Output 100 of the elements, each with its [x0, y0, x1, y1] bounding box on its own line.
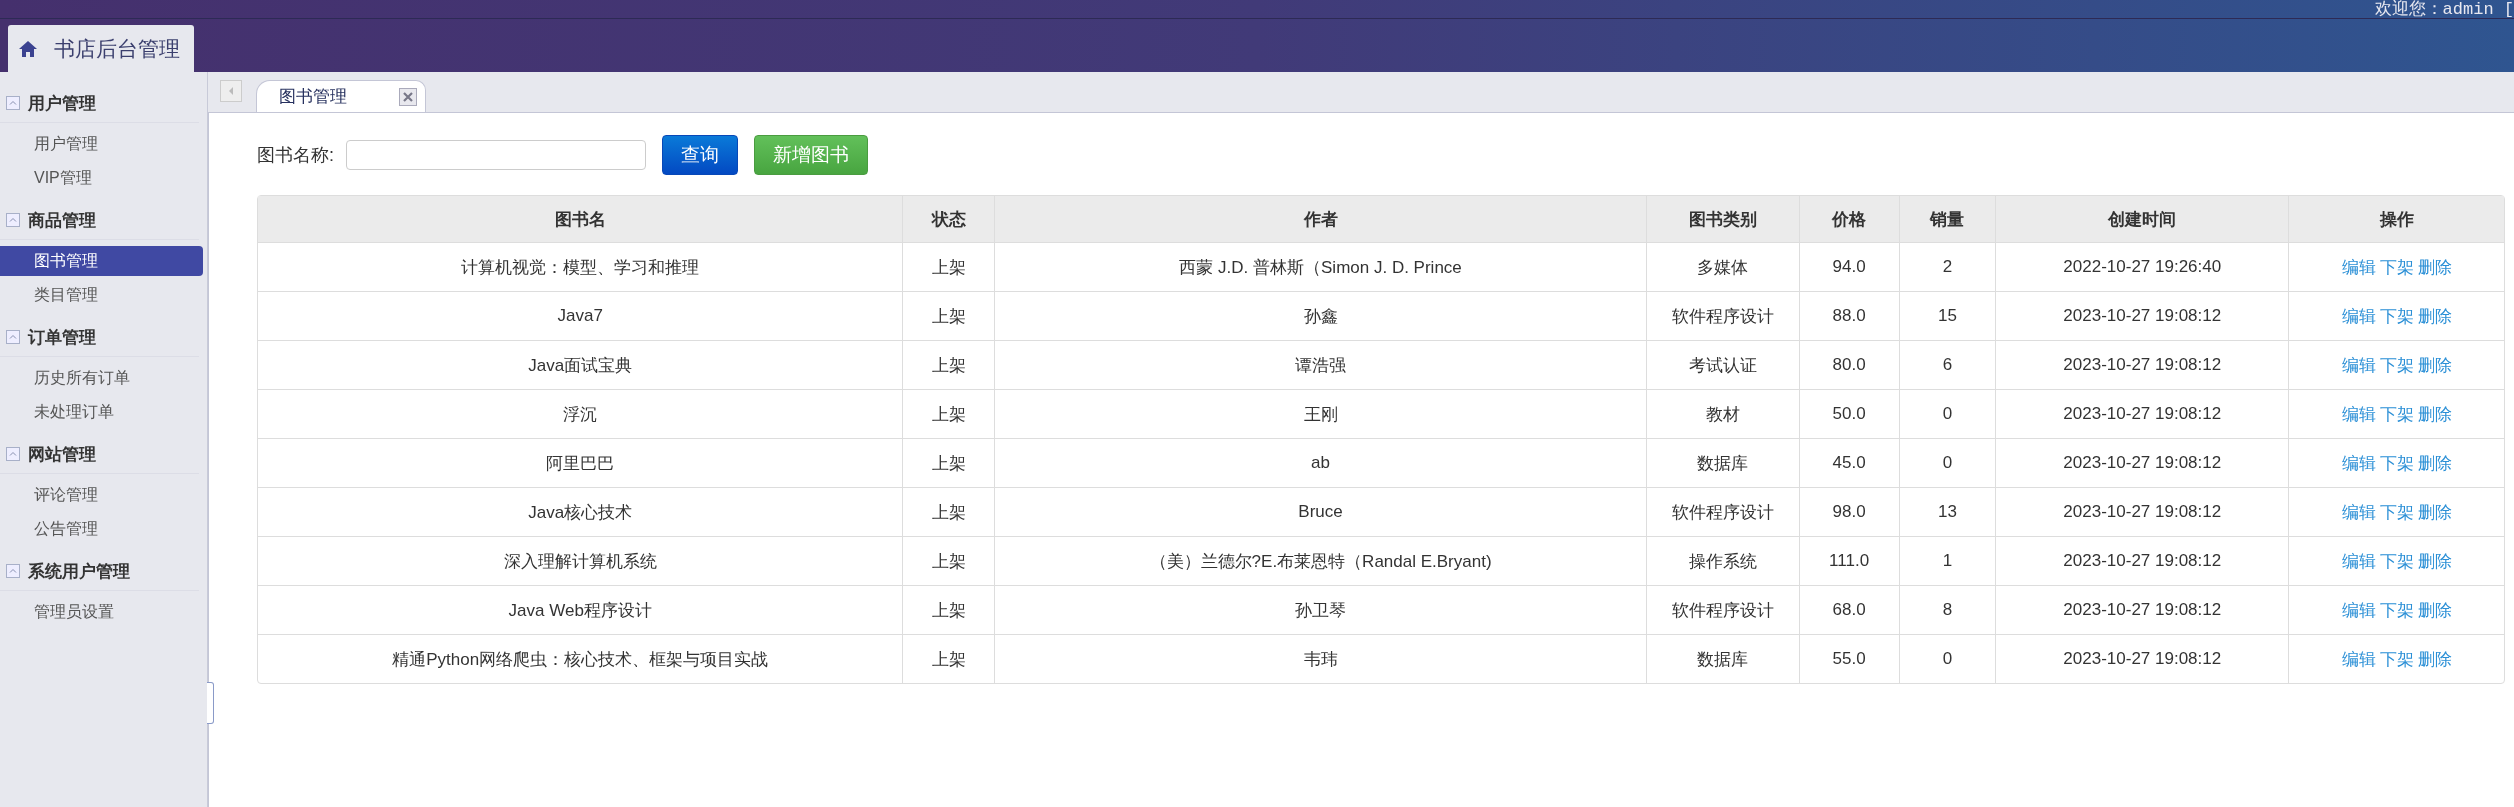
- action-link[interactable]: 编辑: [2341, 404, 2376, 424]
- price-cell: 111.0: [1799, 536, 1900, 585]
- action-link[interactable]: 编辑: [2341, 551, 2376, 571]
- menu-item[interactable]: 评论管理: [0, 480, 203, 510]
- author-cell: 孙卫琴: [995, 585, 1647, 634]
- created-time-cell: 2022-10-27 19:26:40: [1996, 242, 2290, 291]
- book-name-cell: Java Web程序设计: [258, 585, 904, 634]
- action-link[interactable]: 编辑: [2341, 649, 2376, 669]
- action-link[interactable]: 删除: [2417, 257, 2452, 277]
- created-time-cell: 2023-10-27 19:08:12: [1996, 438, 2290, 487]
- category-cell: 数据库: [1646, 438, 1800, 487]
- author-cell: 西蒙 J.D. 普林斯（Simon J. D. Prince: [995, 242, 1647, 291]
- book-name-cell: 计算机视觉：模型、学习和推理: [258, 242, 904, 291]
- add-book-button[interactable]: 新增图书: [754, 135, 868, 175]
- author-cell: ab: [995, 438, 1647, 487]
- menu-group-title: 用户管理: [28, 92, 96, 115]
- action-link[interactable]: 删除: [2417, 404, 2452, 424]
- action-link[interactable]: 编辑: [2341, 502, 2376, 522]
- column-header: 价格: [1799, 196, 1900, 242]
- book-name-field[interactable]: [346, 140, 646, 170]
- category-cell: 操作系统: [1646, 536, 1800, 585]
- menu-group-header[interactable]: 网站管理: [0, 435, 199, 474]
- category-cell: 考试认证: [1646, 340, 1800, 389]
- status-cell: 上架: [903, 536, 996, 585]
- action-link[interactable]: 下架: [2379, 600, 2414, 620]
- status-cell: 上架: [903, 585, 996, 634]
- collapse-handle[interactable]: [207, 682, 214, 724]
- action-link[interactable]: 删除: [2417, 306, 2452, 326]
- action-link[interactable]: 删除: [2417, 502, 2452, 522]
- action-link[interactable]: 删除: [2417, 551, 2452, 571]
- status-cell: 上架: [903, 438, 996, 487]
- category-cell: 多媒体: [1646, 242, 1800, 291]
- sales-cell: 0: [1899, 389, 1997, 438]
- status-cell: 上架: [903, 242, 996, 291]
- sales-cell: 6: [1899, 340, 1997, 389]
- created-time-cell: 2023-10-27 19:08:12: [1996, 291, 2290, 340]
- close-icon[interactable]: [399, 87, 417, 106]
- action-link[interactable]: 编辑: [2341, 355, 2376, 375]
- column-header: 图书名: [258, 196, 904, 242]
- menu-item[interactable]: 未处理订单: [0, 397, 203, 427]
- menu-group-title: 系统用户管理: [28, 560, 130, 583]
- menu-item[interactable]: VIP管理: [0, 163, 203, 193]
- menu-group-header[interactable]: 订单管理: [0, 318, 199, 357]
- action-link[interactable]: 编辑: [2341, 306, 2376, 326]
- app-title: 书店后台管理: [54, 35, 180, 63]
- menu-item[interactable]: 管理员设置: [0, 597, 203, 627]
- action-link[interactable]: 编辑: [2341, 600, 2376, 620]
- book-name-cell: 阿里巴巴: [258, 438, 904, 487]
- menu-item[interactable]: 历史所有订单: [0, 363, 203, 393]
- action-link[interactable]: 删除: [2417, 600, 2452, 620]
- column-header: 作者: [995, 196, 1647, 242]
- tab[interactable]: 图书管理: [256, 80, 426, 112]
- menu-item[interactable]: 图书管理: [0, 246, 203, 276]
- action-link[interactable]: 删除: [2417, 649, 2452, 669]
- created-time-cell: 2023-10-27 19:08:12: [1996, 389, 2290, 438]
- price-cell: 88.0: [1799, 291, 1900, 340]
- menu-group-header[interactable]: 用户管理: [0, 84, 199, 123]
- menu-item[interactable]: 公告管理: [0, 514, 203, 544]
- action-link[interactable]: 下架: [2379, 306, 2414, 326]
- action-link[interactable]: 下架: [2379, 551, 2414, 571]
- author-cell: 谭浩强: [995, 340, 1647, 389]
- action-link[interactable]: 下架: [2379, 453, 2414, 473]
- action-link[interactable]: 删除: [2417, 355, 2452, 375]
- created-time-cell: 2023-10-27 19:08:12: [1996, 487, 2290, 536]
- sales-cell: 13: [1899, 487, 1997, 536]
- menu-group-header[interactable]: 商品管理: [0, 201, 199, 240]
- sales-cell: 0: [1899, 438, 1997, 487]
- book-name-cell: Java核心技术: [258, 487, 904, 536]
- action-link[interactable]: 删除: [2417, 453, 2452, 473]
- category-cell: 教材: [1646, 389, 1800, 438]
- sales-cell: 1: [1899, 536, 1997, 585]
- scroll-left-button[interactable]: [220, 80, 242, 102]
- action-link[interactable]: 编辑: [2341, 453, 2376, 473]
- action-link[interactable]: 下架: [2379, 257, 2414, 277]
- menu-item[interactable]: 类目管理: [0, 280, 203, 310]
- query-button[interactable]: 查询: [662, 135, 738, 175]
- sales-cell: 15: [1899, 291, 1997, 340]
- action-link[interactable]: 下架: [2379, 649, 2414, 669]
- column-header: 销量: [1899, 196, 1997, 242]
- home-icon: [18, 39, 38, 58]
- price-cell: 50.0: [1799, 389, 1900, 438]
- action-link[interactable]: 编辑: [2341, 257, 2376, 277]
- author-cell: 王刚: [995, 389, 1647, 438]
- author-cell: Bruce: [995, 487, 1647, 536]
- created-time-cell: 2023-10-27 19:08:12: [1996, 585, 2290, 634]
- book-name-cell: Java面试宝典: [258, 340, 904, 389]
- menu-item[interactable]: 用户管理: [0, 129, 203, 159]
- price-cell: 68.0: [1799, 585, 1900, 634]
- status-cell: 上架: [903, 487, 996, 536]
- status-cell: 上架: [903, 291, 996, 340]
- action-link[interactable]: 下架: [2379, 355, 2414, 375]
- book-name-cell: 浮沉: [258, 389, 904, 438]
- action-link[interactable]: 下架: [2379, 502, 2414, 522]
- price-cell: 94.0: [1799, 242, 1900, 291]
- action-link[interactable]: 下架: [2379, 404, 2414, 424]
- status-cell: 上架: [903, 634, 996, 683]
- author-cell: （美）兰德尔?E.布莱恩特（Randal E.Bryant): [995, 536, 1647, 585]
- category-cell: 软件程序设计: [1646, 487, 1800, 536]
- menu-group-header[interactable]: 系统用户管理: [0, 552, 199, 591]
- sales-cell: 8: [1899, 585, 1997, 634]
